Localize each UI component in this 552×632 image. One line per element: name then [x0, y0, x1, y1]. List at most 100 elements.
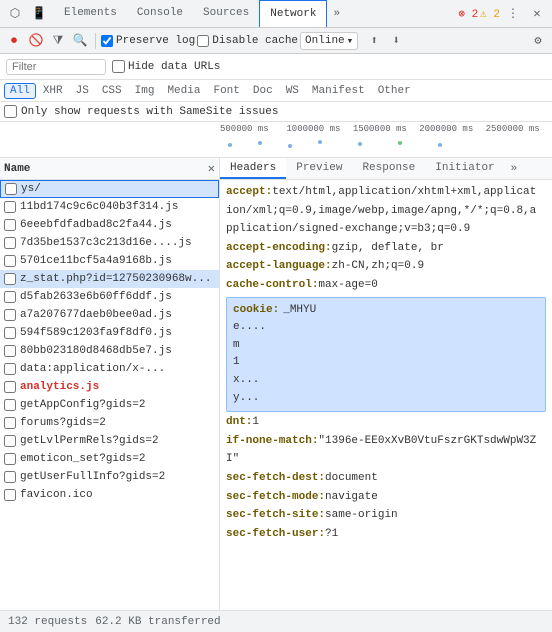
- req-checkbox-6[interactable]: [4, 291, 16, 303]
- disable-cache-checkbox[interactable]: Disable cache: [197, 35, 298, 47]
- request-item-9[interactable]: 80bb023180d8468db5e7.js: [0, 342, 219, 360]
- inspect-icon[interactable]: ⬡: [4, 3, 26, 25]
- tab-network[interactable]: Network: [259, 0, 327, 27]
- timeline-label-2: 1000000 ms: [286, 124, 352, 134]
- requests-panel-close[interactable]: ✕: [208, 161, 215, 176]
- disable-cache-input[interactable]: [197, 35, 209, 47]
- header-key-accept-language: accept-language:: [226, 258, 332, 276]
- header-key-accept: accept:: [226, 184, 272, 202]
- req-checkbox-10[interactable]: [4, 363, 16, 375]
- req-checkbox-16[interactable]: [4, 471, 16, 483]
- tab-more[interactable]: »: [327, 0, 346, 27]
- tab-elements[interactable]: Elements: [54, 0, 127, 27]
- settings-icon[interactable]: ⚙: [528, 31, 548, 51]
- req-checkbox-14[interactable]: [4, 435, 16, 447]
- type-filter-js[interactable]: JS: [70, 83, 95, 99]
- req-name-11: analytics.js: [20, 381, 215, 393]
- req-checkbox-2[interactable]: [4, 219, 16, 231]
- detail-tab-response[interactable]: Response: [352, 158, 425, 179]
- timeline-label-3: 1500000 ms: [353, 124, 419, 134]
- request-item-7[interactable]: a7a207677daeb0bee0ad.js: [0, 306, 219, 324]
- request-item-3[interactable]: 7d35be1537c3c213d16e....js: [0, 234, 219, 252]
- req-checkbox-9[interactable]: [4, 345, 16, 357]
- request-item-12[interactable]: getAppConfig?gids=2: [0, 396, 219, 414]
- request-item-15[interactable]: emoticon_set?gids=2: [0, 450, 219, 468]
- request-item-17[interactable]: favicon.ico: [0, 486, 219, 504]
- req-checkbox-5[interactable]: [4, 273, 16, 285]
- request-item-13[interactable]: forums?gids=2: [0, 414, 219, 432]
- requests-count: 132 requests: [8, 616, 87, 628]
- req-checkbox-15[interactable]: [4, 453, 16, 465]
- req-checkbox-3[interactable]: [4, 237, 16, 249]
- header-if-none-match: if-none-match: "1396e-EE0xXvB0VtuFszrGKT…: [226, 433, 546, 451]
- clear-button[interactable]: 🚫: [26, 31, 46, 51]
- type-filter-manifest[interactable]: Manifest: [306, 83, 371, 99]
- req-checkbox-11[interactable]: [4, 381, 16, 393]
- detail-tab-headers[interactable]: Headers: [220, 158, 286, 179]
- req-checkbox-12[interactable]: [4, 399, 16, 411]
- type-filter-font[interactable]: Font: [207, 83, 245, 99]
- filter-icon[interactable]: ⧩: [48, 31, 68, 51]
- header-key-sec-fetch-mode: sec-fetch-mode:: [226, 489, 325, 507]
- export-icon[interactable]: ⬇: [386, 31, 406, 51]
- import-icon[interactable]: ⬆: [364, 31, 384, 51]
- warning-count: ⚠ 2: [480, 7, 500, 21]
- type-filter-ws[interactable]: WS: [280, 83, 305, 99]
- request-item-14[interactable]: getLvlPermRels?gids=2: [0, 432, 219, 450]
- type-filter-media[interactable]: Media: [161, 83, 206, 99]
- tab-console[interactable]: Console: [127, 0, 193, 27]
- req-checkbox-0[interactable]: [5, 183, 17, 195]
- tabs: Elements Console Sources Network »: [54, 0, 458, 27]
- req-name-17: favicon.ico: [20, 489, 215, 501]
- type-filter-other[interactable]: Other: [372, 83, 417, 99]
- preserve-log-input[interactable]: [101, 35, 113, 47]
- type-filter-css[interactable]: CSS: [96, 83, 128, 99]
- device-icon[interactable]: 📱: [28, 3, 50, 25]
- throttle-arrow-icon: ▾: [347, 34, 354, 48]
- request-item-10[interactable]: data:application/x-...: [0, 360, 219, 378]
- status-bar: 132 requests 62.2 KB transferred: [0, 610, 552, 632]
- header-cache-control: cache-control: max-age=0: [226, 277, 546, 295]
- request-item-0[interactable]: ys/: [0, 180, 219, 198]
- req-checkbox-8[interactable]: [4, 327, 16, 339]
- error-badge: ⊗ 2 ⚠ 2: [458, 7, 500, 21]
- request-item-1[interactable]: 11bd174c9c6c040b3f314.js: [0, 198, 219, 216]
- hide-data-urls-checkbox[interactable]: Hide data URLs: [112, 60, 220, 73]
- request-item-16[interactable]: getUserFullInfo?gids=2: [0, 468, 219, 486]
- type-filter-doc[interactable]: Doc: [247, 83, 279, 99]
- throttle-select[interactable]: Online ▾: [300, 32, 358, 50]
- request-item-6[interactable]: d5fab2633e6b60ff6ddf.js: [0, 288, 219, 306]
- request-item-5[interactable]: z_stat.php?id=12750230968w...: [0, 270, 219, 288]
- header-sec-fetch-site: sec-fetch-site: same-origin: [226, 507, 546, 525]
- req-name-14: getLvlPermRels?gids=2: [20, 435, 215, 447]
- close-devtools-icon[interactable]: ✕: [526, 3, 548, 25]
- devtools-menu-icon[interactable]: ⋮: [502, 3, 524, 25]
- type-filter-img[interactable]: Img: [129, 83, 161, 99]
- detail-tab-initiator[interactable]: Initiator: [425, 158, 504, 179]
- req-checkbox-13[interactable]: [4, 417, 16, 429]
- req-checkbox-17[interactable]: [4, 489, 16, 501]
- cookie-line-6: y...: [233, 390, 539, 408]
- req-checkbox-7[interactable]: [4, 309, 16, 321]
- request-item-8[interactable]: 594f589c1203fa9f8df0.js: [0, 324, 219, 342]
- filter-input[interactable]: [12, 61, 92, 73]
- hide-data-urls-input[interactable]: [112, 60, 125, 73]
- tab-sources[interactable]: Sources: [193, 0, 259, 27]
- req-checkbox-1[interactable]: [4, 201, 16, 213]
- request-item-4[interactable]: 5701ce11bcf5a4a9168b.js: [0, 252, 219, 270]
- import-export: ⬆ ⬇: [364, 31, 406, 51]
- search-icon[interactable]: 🔍: [70, 31, 90, 51]
- req-checkbox-4[interactable]: [4, 255, 16, 267]
- request-item-2[interactable]: 6eeebfdfadbad8c2fa44.js: [0, 216, 219, 234]
- record-button[interactable]: ⏺: [4, 31, 24, 51]
- timeline-chart: [220, 135, 552, 151]
- preserve-log-checkbox[interactable]: Preserve log: [101, 35, 195, 47]
- type-filter-xhr[interactable]: XHR: [37, 83, 69, 99]
- detail-tab-preview[interactable]: Preview: [286, 158, 352, 179]
- detail-tab-more[interactable]: »: [505, 158, 524, 179]
- header-key-dnt: dnt:: [226, 414, 252, 432]
- samesite-checkbox[interactable]: [4, 105, 17, 118]
- header-key-if-none-match: if-none-match:: [226, 433, 318, 451]
- type-filter-all[interactable]: All: [4, 83, 36, 99]
- request-item-11[interactable]: analytics.js: [0, 378, 219, 396]
